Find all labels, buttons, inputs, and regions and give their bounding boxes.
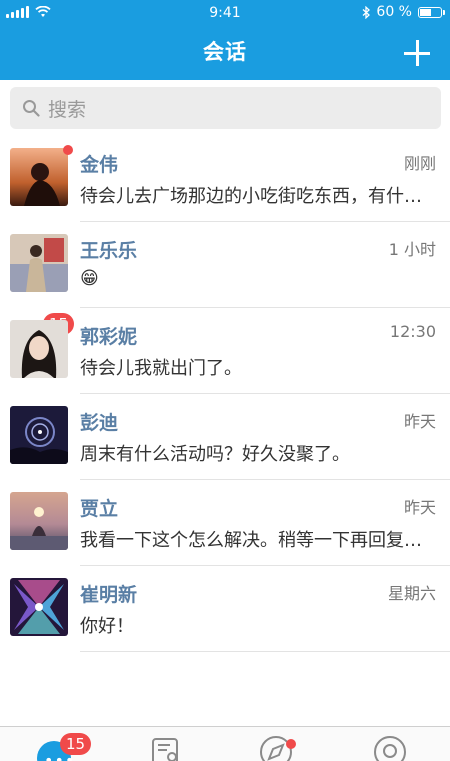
status-bar: 9:41 60 % [0,0,450,28]
battery-percent: 60 % [376,4,412,20]
tab-contacts[interactable] [150,735,184,761]
message-time: 昨天 [403,412,436,431]
conversation-row[interactable]: 彭迪 昨天 周末有什么活动吗？好久没聚了。 [0,394,450,480]
message-preview: 周末有什么活动吗？好久没聚了。 [80,444,350,465]
conversation-list: 金伟 刚刚 待会儿去广场那边的小吃街吃东西，有什么想吃的吗 15 王乐乐 1 小… [0,136,450,652]
contact-name: 王乐乐 [80,240,138,262]
message-preview: 待会儿去广场那边的小吃街吃东西，有什么想吃的吗 [80,186,430,207]
message-time: 昨天 [403,498,436,517]
contact-name: 彭迪 [80,412,119,434]
tab-bar: ••• 15 [0,726,450,761]
profile-icon [374,736,406,761]
avatar [10,578,68,636]
bluetooth-icon [362,5,371,19]
message-time: 星期六 [387,584,436,603]
header: 9:41 60 % 会话 [0,0,450,80]
tab-discover-dot [286,739,296,749]
add-button[interactable] [404,40,430,66]
avatar [10,406,68,464]
search-icon [23,100,40,117]
message-time: 12:30 [389,322,436,341]
message-preview: 我看一下这个怎么解决。稍等一下再回复你吧 [80,530,430,551]
message-preview: 😁 [80,268,99,289]
conversation-row[interactable]: 金伟 刚刚 待会儿去广场那边的小吃街吃东西，有什么想吃的吗 [0,136,450,222]
contact-name: 郭彩妮 [80,326,138,348]
conversation-row[interactable]: 崔明新 星期六 你好！ [0,566,450,652]
message-time: 1 小时 [388,240,436,259]
contact-name: 贾立 [80,498,119,520]
conversation-row[interactable]: 贾立 昨天 我看一下这个怎么解决。稍等一下再回复你吧 [0,480,450,566]
avatar [10,320,68,378]
contact-name: 崔明新 [80,584,138,606]
avatar [10,492,68,550]
message-preview: 你好！ [80,616,134,637]
tab-profile[interactable] [373,735,407,761]
avatar [10,148,68,206]
avatar [10,234,68,292]
contacts-icon [152,738,178,761]
message-time: 刚刚 [403,154,436,173]
tab-chat-badge: 15 [60,733,92,755]
message-preview: 待会儿我就出门了。 [80,358,242,379]
conversation-row[interactable]: 郭彩妮 12:30 待会儿我就出门了。 [0,308,450,394]
page-title: 会话 [203,40,247,64]
battery-icon [418,6,445,18]
unread-dot [63,145,73,155]
contact-name: 金伟 [80,154,119,176]
conversation-row[interactable]: 15 王乐乐 1 小时 😁 [0,222,450,335]
search-input[interactable]: 搜索 [10,87,441,129]
search-placeholder: 搜索 [48,98,87,121]
